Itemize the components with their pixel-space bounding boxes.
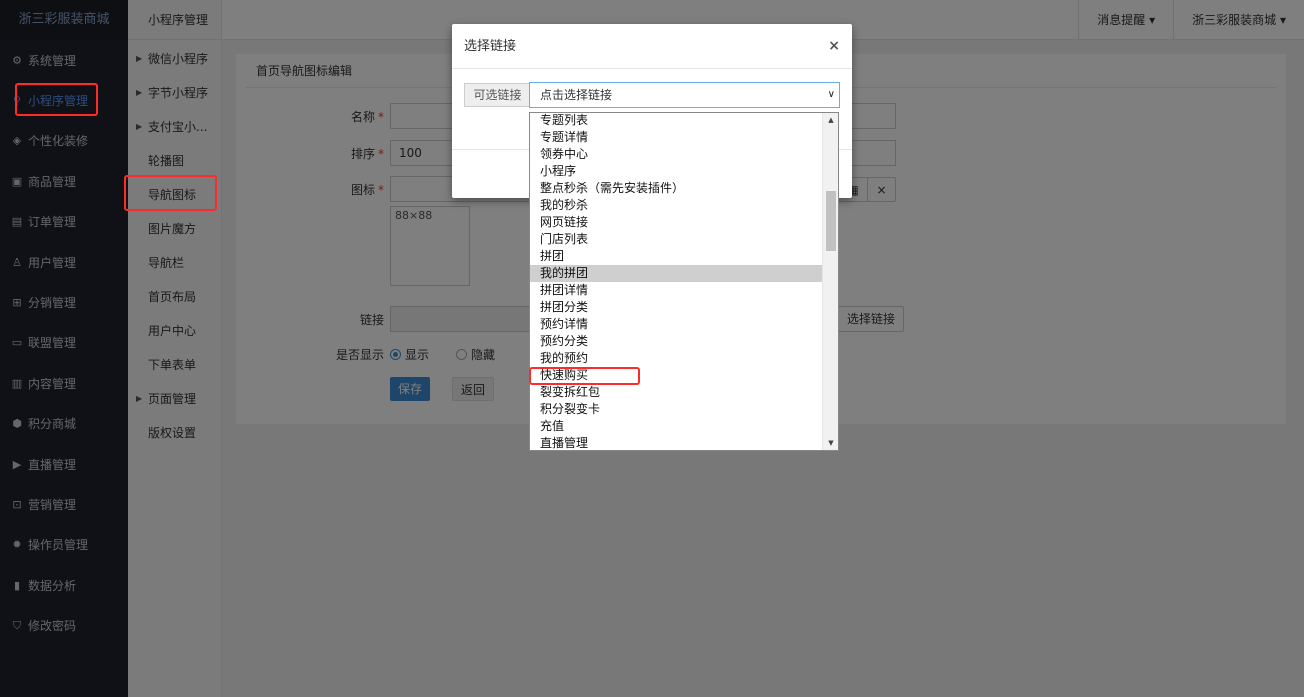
- list-option[interactable]: 整点秒杀（需先安装插件）: [530, 180, 823, 197]
- list-option[interactable]: 专题详情: [530, 129, 823, 146]
- list-option[interactable]: 网页链接: [530, 214, 823, 231]
- list-option[interactable]: 拼团详情: [530, 282, 823, 299]
- modal-title: 选择链接: [464, 39, 517, 54]
- link-addon-label: 可选链接: [464, 83, 530, 107]
- list-option[interactable]: 我的预约: [530, 350, 823, 367]
- list-option[interactable]: 我的秒杀: [530, 197, 823, 214]
- list-option[interactable]: 预约分类: [530, 333, 823, 350]
- list-option[interactable]: 预约详情: [530, 316, 823, 333]
- close-icon[interactable]: ×: [828, 24, 840, 69]
- link-options-listbox[interactable]: 专题列表 专题详情 领券中心 小程序 整点秒杀（需先安装插件） 我的秒杀 网页链接 门店列表拼…: [529, 112, 839, 451]
- link-select[interactable]: 点击选择链接 ∨: [529, 82, 840, 108]
- list-option[interactable]: 充值: [530, 418, 823, 435]
- list-option[interactable]: 门店列表: [530, 231, 823, 248]
- list-option[interactable]: 直播管理: [530, 435, 823, 450]
- highlight-box-option: [529, 367, 640, 385]
- list-option[interactable]: 小程序: [530, 163, 823, 180]
- list-option[interactable]: 拼团分类: [530, 299, 823, 316]
- list-option[interactable]: 我的拼团: [530, 265, 823, 282]
- list-option[interactable]: 拼团: [530, 248, 823, 265]
- listbox-scrollbar[interactable]: ▲ ▼: [822, 113, 838, 450]
- list-option[interactable]: 领券中心: [530, 146, 823, 163]
- chevron-down-icon: ∨: [827, 89, 835, 100]
- list-option[interactable]: 积分裂变卡: [530, 401, 823, 418]
- list-option[interactable]: 裂变拆红包: [530, 384, 823, 401]
- scroll-down-icon[interactable]: ▼: [823, 436, 838, 450]
- options-list: 专题列表 专题详情 领券中心 小程序 整点秒杀（需先安装插件） 我的秒杀 网页链接 门店列表拼…: [530, 113, 823, 450]
- highlight-box-sidebar: [15, 83, 98, 116]
- list-option[interactable]: 专题列表: [530, 113, 823, 129]
- highlight-box-subnav: [124, 175, 217, 211]
- link-select-value: 点击选择链接: [540, 88, 613, 102]
- scroll-thumb[interactable]: [826, 191, 836, 251]
- scroll-up-icon[interactable]: ▲: [823, 113, 838, 127]
- modal-header: 选择链接 ×: [452, 24, 852, 69]
